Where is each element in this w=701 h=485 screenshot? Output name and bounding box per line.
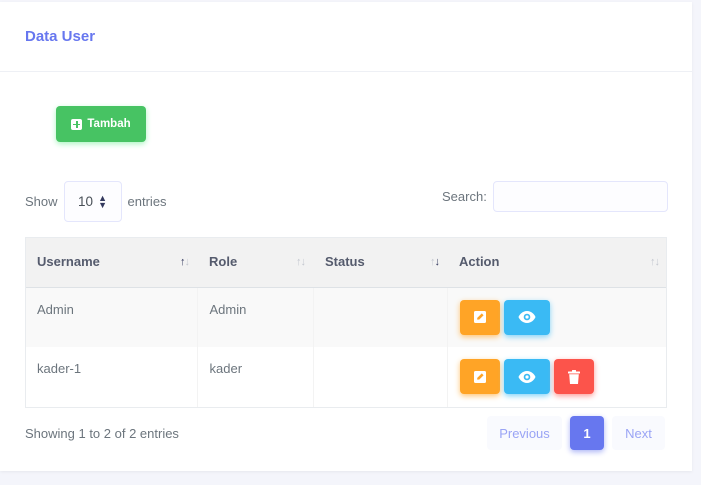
column-header-label: Status bbox=[325, 254, 365, 270]
entries-label: entries bbox=[127, 194, 167, 209]
next-page-button[interactable]: Next bbox=[612, 416, 665, 450]
sort-icon: ↑↓ bbox=[180, 256, 190, 268]
cell-actions bbox=[447, 287, 667, 347]
table-row: Admin Admin bbox=[25, 287, 667, 347]
edit-icon bbox=[473, 311, 486, 323]
cell-username: Admin bbox=[25, 287, 198, 347]
entries-per-page-select[interactable]: 10 ▲ ▼ bbox=[63, 181, 122, 222]
entries-per-page-value: 10 bbox=[78, 194, 94, 209]
previous-page-button[interactable]: Previous bbox=[487, 416, 562, 450]
search-label: Search: bbox=[442, 189, 487, 204]
column-header-username[interactable]: Username ↑↓ bbox=[25, 237, 197, 288]
cell-role: kader bbox=[197, 347, 314, 408]
page-title: Data User bbox=[25, 28, 96, 45]
table-row: kader-1 kader bbox=[25, 347, 667, 408]
column-header-label: Role bbox=[209, 254, 238, 270]
sort-icon: ↑↓ bbox=[650, 256, 660, 268]
user-table: Username ↑↓ Role ↑↓ Status ↑↓ Action ↑↓ … bbox=[25, 237, 667, 408]
edit-button[interactable] bbox=[459, 359, 500, 394]
column-header-status[interactable]: Status ↑↓ bbox=[313, 237, 447, 288]
table-info: Showing 1 to 2 of 2 entries bbox=[25, 426, 179, 441]
eye-icon bbox=[518, 370, 535, 383]
search-control: Search: bbox=[442, 181, 668, 212]
sort-icon: ↑↓ bbox=[430, 256, 440, 268]
trash-icon bbox=[567, 369, 580, 384]
edit-button[interactable] bbox=[459, 299, 500, 335]
page-number-button[interactable]: 1 bbox=[570, 416, 604, 450]
cell-role: Admin bbox=[197, 287, 314, 347]
sort-updown-icon: ▲ ▼ bbox=[98, 192, 107, 210]
eye-icon bbox=[518, 311, 535, 323]
cell-status bbox=[313, 347, 448, 408]
search-input[interactable] bbox=[492, 181, 668, 212]
cell-actions bbox=[447, 347, 667, 408]
add-user-button[interactable]: Tambah bbox=[56, 106, 146, 142]
delete-button[interactable] bbox=[553, 359, 594, 394]
column-header-label: Action bbox=[459, 254, 500, 270]
card-header: Data User bbox=[0, 2, 692, 72]
pagination: Previous 1 Next bbox=[487, 416, 665, 450]
view-button[interactable] bbox=[503, 359, 550, 394]
view-button[interactable] bbox=[503, 299, 550, 335]
entries-length-control: Show 10 ▲ ▼ entries bbox=[25, 181, 167, 222]
sort-icon: ↑↓ bbox=[296, 256, 306, 268]
column-header-label: Username bbox=[37, 254, 100, 270]
cell-username: kader-1 bbox=[25, 347, 198, 408]
table-header-row: Username ↑↓ Role ↑↓ Status ↑↓ Action ↑↓ bbox=[25, 237, 667, 288]
add-button-label: Tambah bbox=[87, 118, 131, 130]
edit-icon bbox=[473, 370, 486, 383]
column-header-action[interactable]: Action ↑↓ bbox=[447, 237, 667, 288]
show-label: Show bbox=[25, 194, 58, 209]
plus-square-icon bbox=[71, 118, 83, 130]
cell-status bbox=[313, 287, 448, 347]
column-header-role[interactable]: Role ↑↓ bbox=[197, 237, 313, 288]
